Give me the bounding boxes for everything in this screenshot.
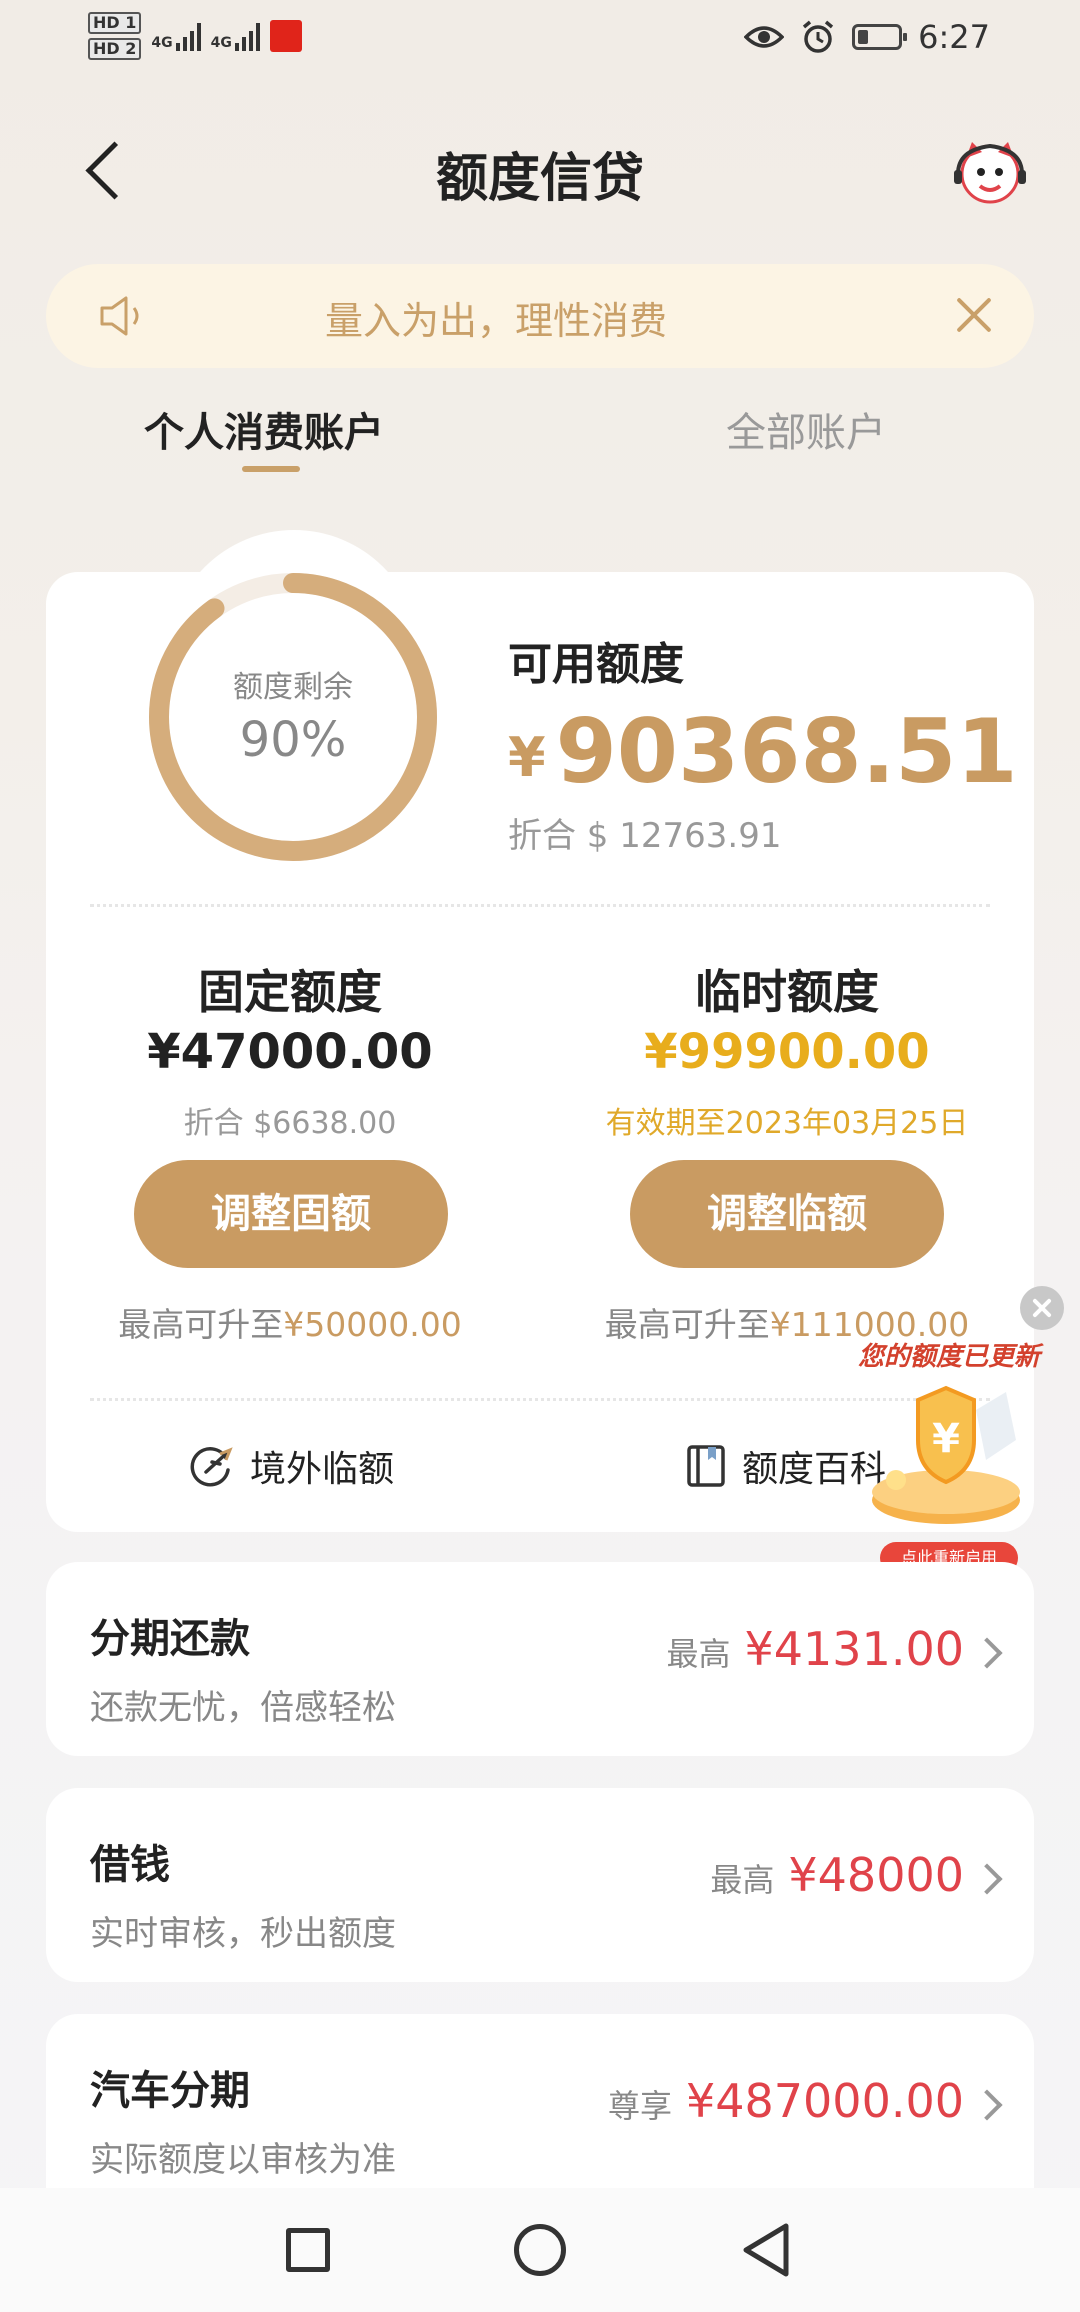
status-right: 6:27: [744, 18, 990, 56]
overseas-temp-limit-label: 境外临额: [250, 1449, 395, 1490]
service-subtitle: 实时审核，秒出额度: [90, 1914, 396, 1954]
network-type-1: 4G: [151, 35, 173, 51]
service-limit-amount: ¥487000.00: [685, 2074, 964, 2128]
promo-banner-text[interactable]: 您的额度已更新: [858, 1336, 1080, 1373]
temporary-limit-expiry: 有效期至2023年03月25日: [605, 1106, 969, 1141]
clock: 6:27: [918, 18, 990, 56]
chevron-right-icon: [971, 1637, 1003, 1669]
tab-all-accounts[interactable]: 全部账户: [726, 400, 886, 458]
service-limit-prefix: 尊享: [607, 2087, 672, 2125]
service-title: 汽车分期: [90, 2068, 250, 2114]
chevron-right-icon: [971, 2089, 1003, 2121]
service-limit-prefix: 最高: [666, 1635, 731, 1673]
available-limit-title: 可用额度: [508, 639, 684, 690]
system-navigation-bar: [0, 2188, 1080, 2312]
service-title: 借钱: [90, 1842, 170, 1888]
network-type-2: 4G: [210, 35, 232, 51]
ring-value: 90%: [239, 712, 347, 768]
status-bar: HD 1 HD 2 4G 4G 6:27: [0, 0, 1080, 80]
fixed-max-raise: 最高可升至¥50000.00: [110, 1298, 470, 1346]
status-left: HD 1 HD 2 4G 4G: [88, 12, 302, 60]
hd-indicators: HD 1 HD 2: [88, 12, 142, 60]
eye-icon: [744, 26, 785, 48]
adjust-fixed-limit-button[interactable]: 调整固额: [134, 1160, 448, 1268]
close-icon[interactable]: [952, 292, 998, 338]
overseas-temp-limit-link[interactable]: 境外临额: [190, 1440, 394, 1492]
battery-icon: [852, 24, 908, 50]
currency-symbol: ¥: [508, 726, 546, 789]
available-usd-equivalent: 折合 $ 12763.91: [508, 816, 782, 856]
service-limit-amount: ¥4131.00: [744, 1622, 965, 1676]
promo-close-icon[interactable]: [1020, 1286, 1064, 1330]
active-tab-indicator: [242, 466, 300, 472]
limit-wiki-label: 额度百科: [742, 1449, 887, 1490]
fixed-limit-amount: ¥47000.00: [147, 1024, 433, 1080]
home-icon[interactable]: [514, 2224, 566, 2276]
signal-1-icon: 4G: [151, 21, 201, 51]
ring-label: 额度剩余: [233, 670, 353, 705]
temporary-limit-title: 临时额度: [695, 965, 879, 1019]
page-title: 额度信贷: [435, 149, 644, 209]
fixed-max-value: ¥50000.00: [283, 1305, 462, 1344]
fixed-limit-title: 固定额度: [198, 965, 382, 1019]
service-limit-amount: ¥48000: [788, 1848, 964, 1902]
notice-banner: 量入为出，理性消费: [46, 264, 1034, 368]
svg-text:¥: ¥: [932, 1416, 960, 1462]
service-subtitle: 实际额度以审核为准: [90, 2140, 396, 2180]
book-icon: [687, 1445, 725, 1487]
service-limit-prefix: 最高: [710, 1861, 775, 1899]
temporary-max-prefix: 最高可升至: [604, 1305, 770, 1344]
system-back-icon[interactable]: [740, 2222, 792, 2278]
adjust-temporary-limit-button[interactable]: 调整临额: [630, 1160, 944, 1268]
account-tabs: 个人消费账户 全部账户: [0, 400, 1080, 480]
available-limit-amount: ¥90368.51: [508, 700, 1018, 803]
fixed-max-prefix: 最高可升至: [118, 1305, 284, 1344]
chevron-right-icon: [971, 1863, 1003, 1895]
signal-2-icon: 4G: [211, 21, 260, 51]
borrow-money-card[interactable]: 借钱 实时审核，秒出额度 最高 ¥48000: [46, 1788, 1034, 1982]
globe-plane-icon: [190, 1447, 233, 1487]
shield-coin-icon[interactable]: ¥: [866, 1380, 1026, 1530]
service-limit: 最高 ¥4131.00: [666, 1622, 964, 1676]
service-title: 分期还款: [90, 1616, 250, 1662]
tab-personal-account[interactable]: 个人消费账户: [144, 400, 384, 458]
alarm-icon: [803, 20, 834, 53]
available-amount-value: 90368.51: [555, 700, 1018, 803]
service-limit: 尊享 ¥487000.00: [608, 2074, 964, 2128]
limit-wiki-link[interactable]: 额度百科: [686, 1440, 886, 1492]
header: 额度信贷: [0, 120, 1080, 220]
notification-app-icon: [269, 20, 302, 52]
temporary-limit-amount: ¥99900.00: [644, 1024, 930, 1080]
notice-text: 量入为出，理性消费: [324, 299, 667, 343]
service-limit: 最高 ¥48000: [710, 1848, 964, 1902]
hd1-badge: HD 1: [88, 12, 142, 34]
hd2-badge: HD 2: [88, 38, 142, 60]
customer-service-avatar-icon[interactable]: [952, 134, 1028, 210]
divider: [90, 904, 990, 907]
fixed-limit-usd: 折合 $6638.00: [183, 1106, 397, 1141]
service-subtitle: 还款无忧，倍感轻松: [90, 1688, 396, 1728]
installment-repayment-card[interactable]: 分期还款 还款无忧，倍感轻松 最高 ¥4131.00: [46, 1562, 1034, 1756]
divider: [90, 1398, 990, 1401]
recent-apps-icon[interactable]: [286, 2228, 330, 2272]
